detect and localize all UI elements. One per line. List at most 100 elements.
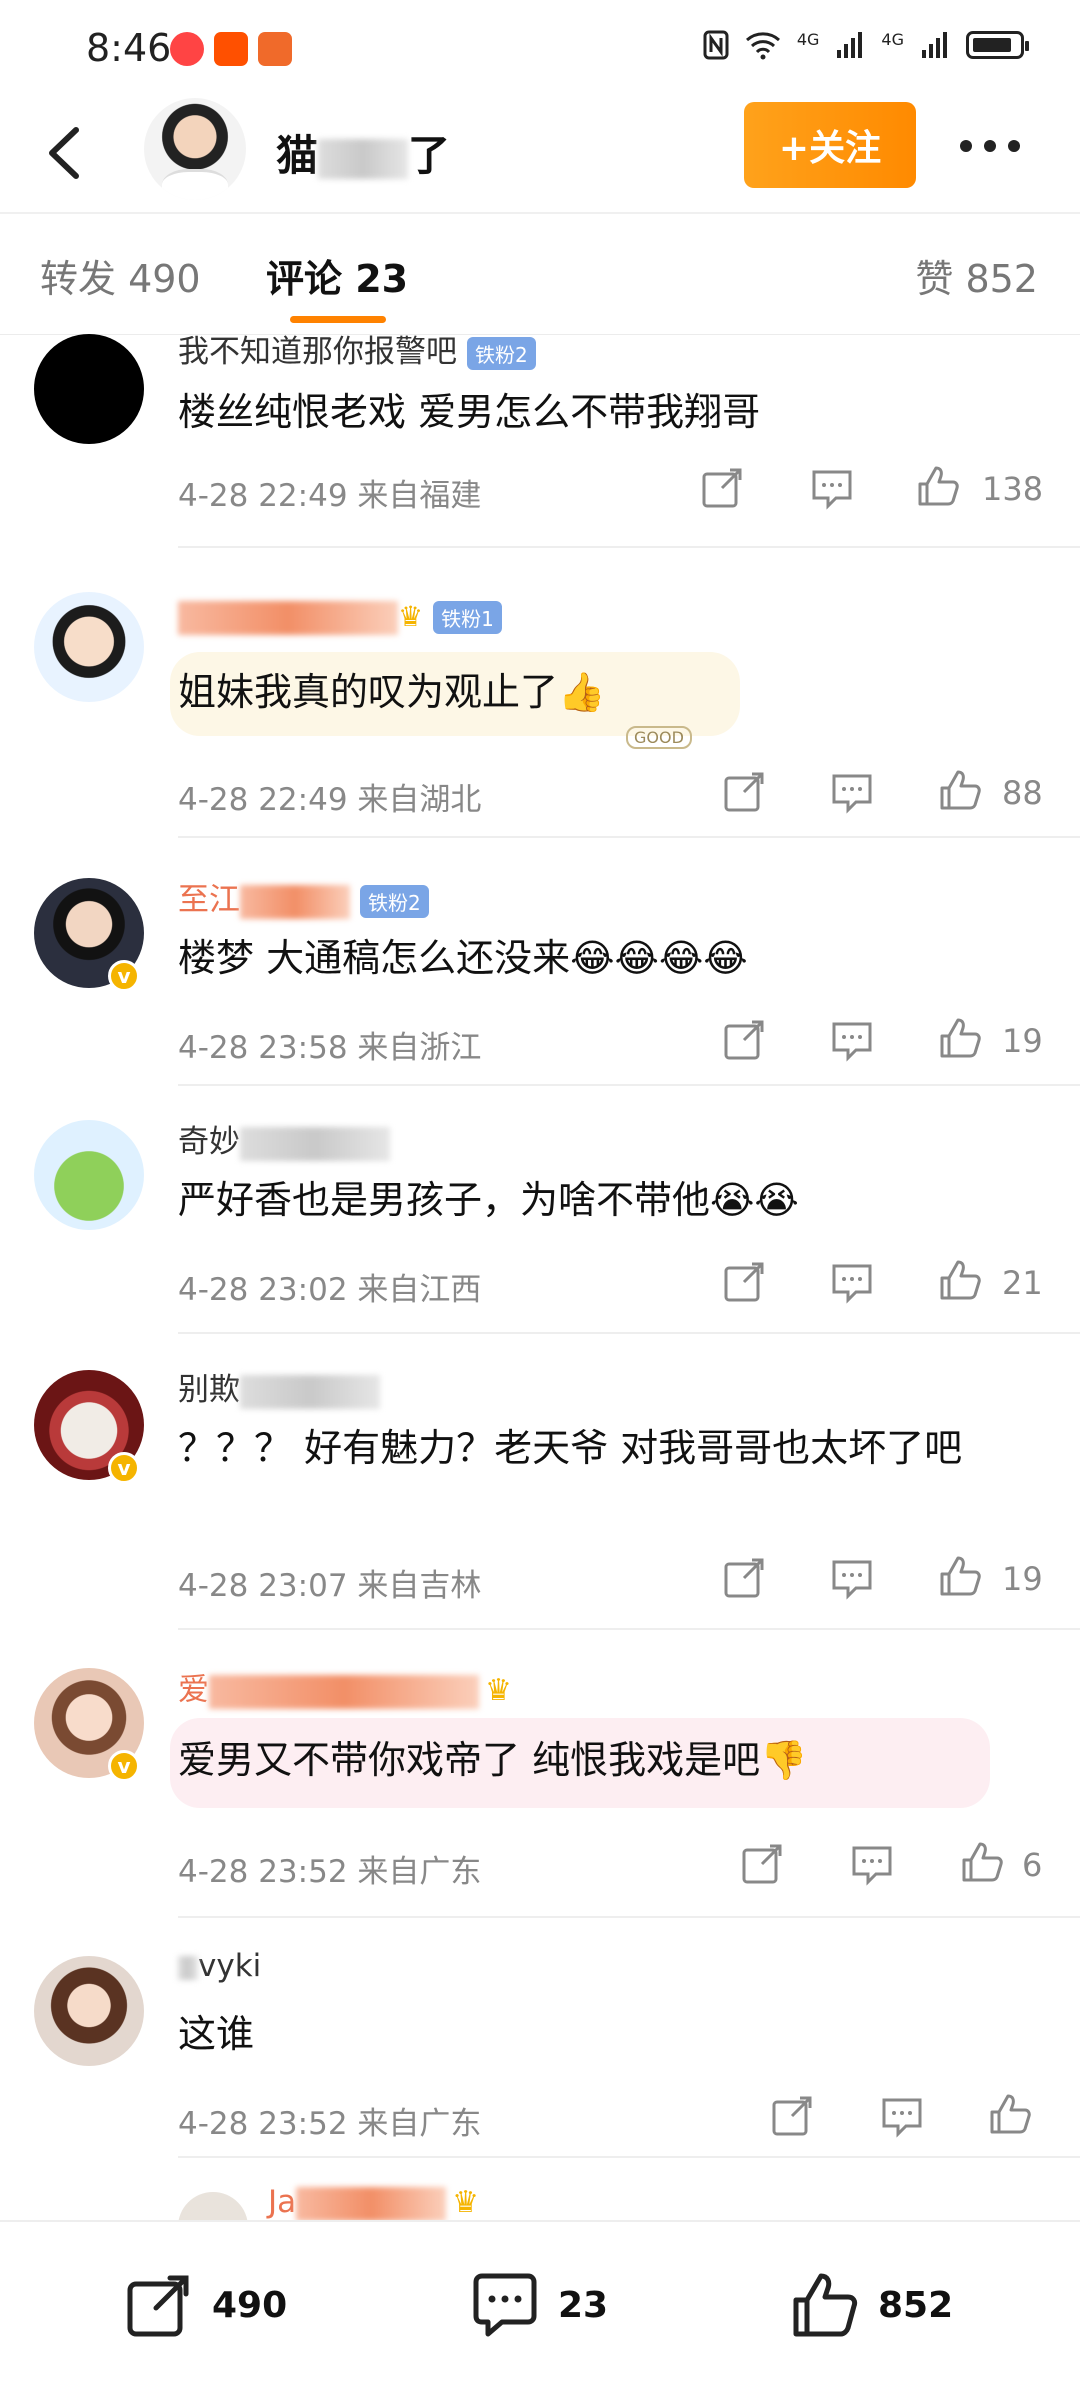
author-name-end: 了 [408,131,451,180]
share-icon[interactable] [722,1018,766,1062]
comment-text: 姐妹我真的叹为观止了👍 [178,670,606,714]
reply-icon[interactable] [830,770,874,814]
commenter-name[interactable]: 爱 ♛ [178,1664,512,1709]
commenter-name[interactable]: ♛ 铁粉1 [178,598,502,635]
reply-icon[interactable] [810,466,854,510]
repost-count: 490 [212,2284,288,2326]
commenter-avatar[interactable] [34,334,144,444]
share-icon [127,2275,189,2337]
reply-icon[interactable] [880,2094,924,2138]
signal-icon [837,32,863,58]
commenter-name[interactable]: vyki [178,1948,261,1984]
thumbs-up-icon [793,2273,858,2337]
thumbs-up-icon[interactable] [938,1554,982,1598]
comment-text: 爱男又不带你戏帝了 纯恨我戏是吧👎 [178,1738,808,1782]
share-icon[interactable] [722,1260,766,1304]
tab-reposts[interactable]: 转发 490 [40,248,201,303]
reply-icon[interactable] [830,1556,874,1600]
redaction [318,138,409,179]
commenter-avatar[interactable] [34,1120,144,1230]
verified-badge: v [108,960,140,992]
comment-count: 23 [558,2284,609,2326]
follow-button[interactable]: +关注 [744,102,916,188]
back-button[interactable] [36,118,96,188]
status-icons: 4G 4G [703,30,1029,60]
dot-icon [984,140,996,152]
thumbs-up-icon[interactable] [938,1016,982,1060]
comment-list[interactable]: 我不知道那你报警吧 铁粉2 楼丝纯恨老戏 爱男怎么不带我翔哥 4-28 22:49… [0,334,1080,2220]
comment-item: v 至江 铁粉2 楼梦 大通稿怎么还没来😂😂😂😂 4-28 23:58 来自浙江 … [0,838,1080,1086]
redaction [240,1126,390,1161]
thumbs-up-icon[interactable] [988,2092,1032,2136]
repost-button[interactable]: 490 [124,2270,287,2340]
comment-text: 这谁 [178,2012,255,2056]
comment-meta: 4-28 22:49 来自福建 [178,470,481,515]
crown-icon: ♛ [485,1673,512,1708]
post-header: 猫了 +关注 [0,96,1080,212]
share-icon[interactable] [700,466,744,510]
thumbs-up-icon[interactable] [960,1840,1004,1884]
like-count: 852 [878,2284,954,2326]
commenter-name[interactable]: 别欺 [178,1364,380,1409]
tab-likes[interactable]: 赞 852 [915,248,1038,303]
chevron-left-icon [49,127,79,179]
share-icon[interactable] [770,2094,814,2138]
tab-bar: 转发 490 评论 23 赞 852 [0,212,1080,335]
comment-time: 4-28 22:49 [178,782,348,818]
redaction [240,1374,380,1409]
comment-meta: 4-28 23:07 来自吉林 [178,1560,481,1605]
commenter-name[interactable]: Ja ♛ [268,2184,479,2220]
verified-badge: v [108,1750,140,1782]
thumbs-up-icon[interactable] [938,768,982,812]
like-count: 19 [1002,1560,1043,1598]
thumbs-up-icon[interactable] [916,464,960,508]
comment-time: 4-28 22:49 [178,478,348,514]
comment-time: 4-28 23:02 [178,1272,348,1308]
author-name[interactable]: 猫了 [276,122,450,183]
comment-location: 来自吉林 [357,1568,482,1604]
more-options-button[interactable] [960,126,1060,166]
commenter-name[interactable]: 奇妙 [178,1116,390,1161]
commenter-name[interactable]: 至江 铁粉2 [178,874,429,919]
comment-location: 来自广东 [357,2106,482,2142]
comment-time: 4-28 23:58 [178,1030,348,1066]
redaction [296,2186,447,2220]
good-sticker: GOOD [626,726,692,749]
commenter-name[interactable]: 我不知道那你报警吧 铁粉2 [178,334,536,371]
like-count: 88 [1002,774,1043,812]
comment-time: 4-28 23:07 [178,1568,348,1604]
comment-button[interactable]: 23 [470,2270,608,2340]
dot-icon [960,140,972,152]
comment-meta: 4-28 22:49 来自湖北 [178,774,481,819]
comment-text: 楼丝纯恨老戏 爱男怎么不带我翔哥 [178,390,761,434]
share-icon[interactable] [722,1556,766,1600]
reply-icon[interactable] [830,1260,874,1304]
fan-badge: 铁粉2 [360,885,429,918]
reply-icon[interactable] [850,1842,894,1886]
comment-location: 来自广东 [357,1854,482,1890]
crown-icon: ♛ [452,2185,480,2220]
comment-item: v 爱 ♛ 爱男又不带你戏帝了 纯恨我戏是吧👎 4-28 23:52 来自广东 6 [0,1630,1080,1918]
wifi-icon [745,32,780,60]
redaction [209,1674,479,1709]
signal-icon-2 [922,32,947,58]
reply-icon[interactable] [830,1018,874,1062]
share-icon[interactable] [722,770,766,814]
comment-item: v 别欺 ？？？ 好有魅力？老天爷 对我哥哥也太坏了吧 4-28 23:07 来… [0,1334,1080,1630]
comment-icon [473,2273,537,2337]
like-button[interactable]: 852 [790,2270,953,2340]
tab-comments[interactable]: 评论 23 [266,248,408,303]
comment-location: 来自湖北 [357,782,482,818]
author-avatar[interactable] [144,98,246,200]
comment-item: 奇妙 严好香也是男孩子，为啥不带他😭😭 4-28 23:02 来自江西 21 [0,1086,1080,1334]
share-icon[interactable] [740,1842,784,1886]
comment-time: 4-28 23:52 [178,2106,348,2142]
active-tab-indicator [290,316,386,323]
thumbs-up-icon[interactable] [938,1258,982,1302]
comment-location: 来自福建 [357,478,482,514]
commenter-avatar[interactable] [34,1956,144,2066]
commenter-avatar[interactable] [178,2192,248,2220]
commenter-avatar[interactable] [34,592,144,702]
comment-time: 4-28 23:52 [178,1854,348,1890]
battery-icon [966,31,1029,59]
